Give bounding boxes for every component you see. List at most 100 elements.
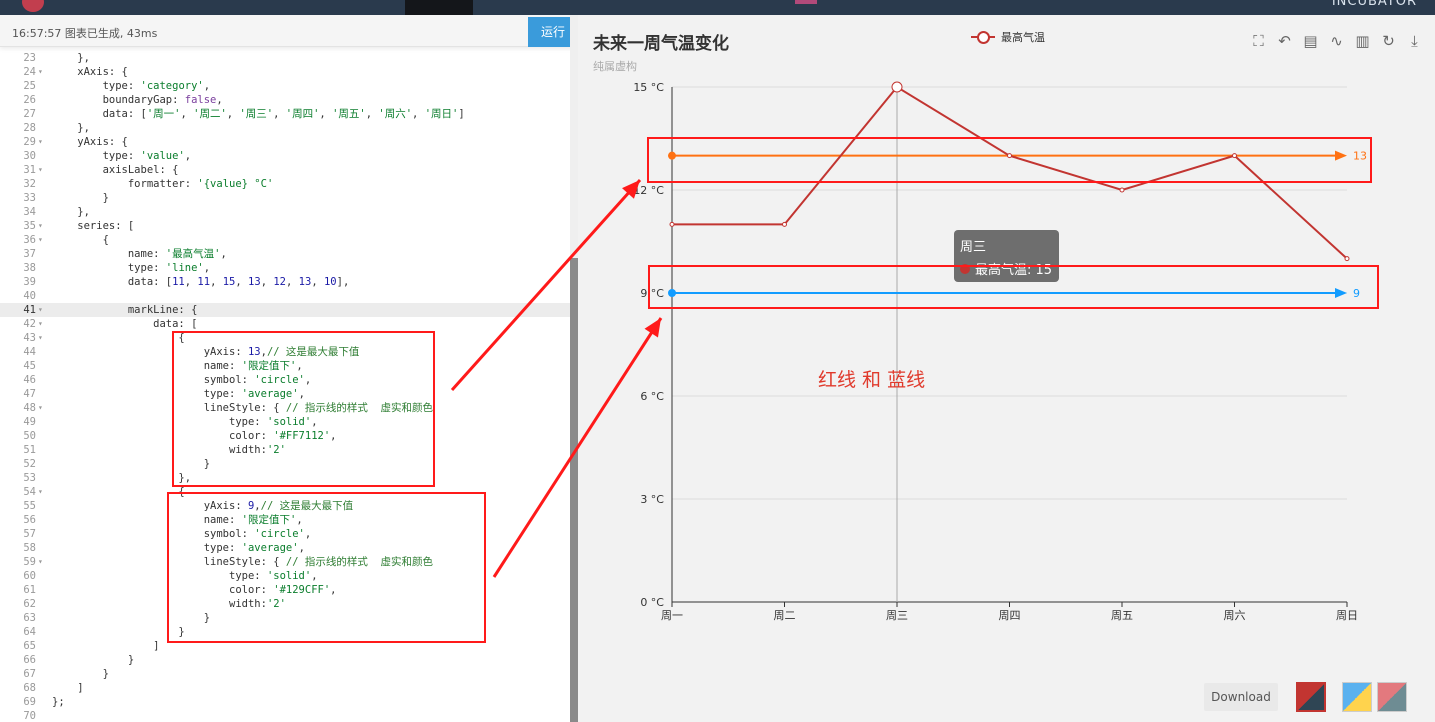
code-text: }, bbox=[52, 471, 191, 485]
fold-arrow-icon[interactable]: ▾ bbox=[38, 401, 46, 415]
line-number: 35 bbox=[23, 220, 36, 232]
line-number: 28 bbox=[23, 122, 36, 134]
tooltip-title: 周三 bbox=[960, 240, 987, 255]
chart-legend[interactable]: 最高气温 bbox=[971, 29, 1045, 45]
code-token: '周五' bbox=[332, 108, 366, 120]
editor-scrollbar-thumb[interactable] bbox=[570, 258, 578, 722]
line-number: 50 bbox=[23, 430, 36, 442]
code-line[interactable]: 30 type: 'value', bbox=[0, 149, 570, 163]
fold-arrow-icon[interactable]: ▾ bbox=[38, 555, 46, 569]
code-token: , bbox=[260, 276, 274, 288]
code-line[interactable]: 40 bbox=[0, 289, 570, 303]
fold-arrow-icon[interactable]: ▾ bbox=[38, 65, 46, 79]
code-line[interactable]: 33 } bbox=[0, 191, 570, 205]
restore-icon[interactable]: ↻ bbox=[1380, 33, 1397, 50]
theme-default-swatch[interactable] bbox=[1296, 682, 1326, 712]
code-line[interactable]: 36 ▾ { bbox=[0, 233, 570, 247]
data-point bbox=[1344, 256, 1350, 262]
code-token: false bbox=[184, 94, 217, 106]
code-line[interactable]: 26 boundaryGap: false, bbox=[0, 93, 570, 107]
code-line[interactable]: 27 data: ['周一', '周二', '周三', '周四', '周五', … bbox=[0, 107, 570, 121]
code-text: data: [11, 11, 15, 13, 12, 13, 10], bbox=[52, 275, 349, 289]
fold-arrow-icon[interactable]: ▾ bbox=[38, 317, 46, 331]
code-line[interactable]: 38 type: 'line', bbox=[0, 261, 570, 275]
app-logo[interactable] bbox=[22, 0, 44, 12]
code-token: type: bbox=[52, 262, 166, 274]
save-image-icon[interactable]: ⤓ bbox=[1406, 33, 1423, 50]
line-number: 52 bbox=[23, 458, 36, 470]
fold-arrow-icon[interactable]: ▾ bbox=[38, 163, 46, 177]
code-line[interactable]: 66 } bbox=[0, 653, 570, 667]
bar-chart-icon[interactable]: ▥ bbox=[1354, 33, 1371, 50]
code-token: , bbox=[220, 248, 227, 260]
code-token: 15 bbox=[222, 276, 236, 288]
top-nav-bar: INCUBATOR bbox=[0, 0, 1435, 15]
code-token: 10 bbox=[323, 276, 337, 288]
zoom-reset-icon[interactable]: ↶ bbox=[1276, 33, 1293, 50]
legend-label: 最高气温 bbox=[1001, 31, 1045, 44]
zoom-icon[interactable]: ⛶ bbox=[1250, 33, 1267, 50]
line-number: 61 bbox=[23, 584, 36, 596]
fold-arrow-icon[interactable]: ▾ bbox=[38, 303, 46, 317]
code-line[interactable]: 34 }, bbox=[0, 205, 570, 219]
code-token: data: [ bbox=[52, 276, 173, 288]
line-chart: 0 °C3 °C6 °C9 °C12 °C15 °C周一 周二 周三 周四 周五 周六 周日… bbox=[633, 81, 1367, 622]
download-button[interactable]: Download bbox=[1204, 683, 1278, 711]
line-number: 41 bbox=[23, 304, 36, 316]
code-token: ] bbox=[52, 640, 160, 652]
y-tick-label: 12 °C bbox=[633, 184, 664, 197]
code-line[interactable]: 25 type: 'category', bbox=[0, 79, 570, 93]
fold-arrow-icon[interactable]: ▾ bbox=[38, 233, 46, 247]
code-line[interactable]: 42 ▾ data: [ bbox=[0, 317, 570, 331]
fold-arrow-icon[interactable]: ▾ bbox=[38, 219, 46, 233]
code-token: boundaryGap: bbox=[52, 94, 185, 106]
line-number: 40 bbox=[23, 290, 36, 302]
code-text: data: ['周一', '周二', '周三', '周四', '周五', '周六… bbox=[52, 107, 465, 121]
chart-subtitle: 纯属虚构 bbox=[593, 60, 637, 73]
code-line[interactable]: 32 formatter: '{value} °C' bbox=[0, 177, 570, 191]
code-line[interactable]: 24 ▾ xAxis: { bbox=[0, 65, 570, 79]
code-line[interactable]: 29 ▾ yAxis: { bbox=[0, 135, 570, 149]
code-token: '周一' bbox=[146, 108, 181, 120]
status-text: 16:57:57 图表已生成, 43ms bbox=[12, 27, 158, 40]
line-number: 46 bbox=[23, 374, 36, 386]
fold-arrow-icon[interactable]: ▾ bbox=[38, 485, 46, 499]
code-line[interactable]: 68 ] bbox=[0, 681, 570, 695]
fold-arrow-icon[interactable]: ▾ bbox=[38, 135, 46, 149]
code-token: '{value} °C' bbox=[197, 178, 274, 190]
code-line[interactable]: 67 } bbox=[0, 667, 570, 681]
annotation-box-lower-line bbox=[648, 265, 1379, 309]
code-token: , bbox=[210, 276, 223, 288]
code-token: '周二' bbox=[193, 108, 227, 120]
code-token: '周三' bbox=[239, 108, 274, 120]
line-number: 64 bbox=[23, 626, 36, 638]
fold-arrow-icon[interactable]: ▾ bbox=[38, 331, 46, 345]
code-line[interactable]: 35 ▾ series: [ bbox=[0, 219, 570, 233]
code-line[interactable]: 37 name: '最高气温', bbox=[0, 247, 570, 261]
line-number: 43 bbox=[23, 332, 36, 344]
code-line[interactable]: 28 }, bbox=[0, 121, 570, 135]
data-view-icon[interactable]: ▤ bbox=[1302, 33, 1319, 50]
line-number: 58 bbox=[23, 542, 36, 554]
x-tick-label: 周日 bbox=[1336, 609, 1358, 622]
code-line[interactable]: 31 ▾ axisLabel: { bbox=[0, 163, 570, 177]
code-token: type: bbox=[52, 150, 141, 162]
code-line[interactable]: 70 bbox=[0, 709, 570, 722]
code-text: type: 'category', bbox=[52, 79, 211, 93]
code-token: }, bbox=[52, 122, 90, 134]
legend-line-circle-icon bbox=[971, 31, 995, 44]
code-token: name: bbox=[52, 248, 166, 260]
code-line[interactable]: 41 ▾ markLine: { bbox=[0, 303, 570, 317]
code-token: , bbox=[184, 150, 192, 162]
theme-light-swatch[interactable] bbox=[1342, 682, 1372, 712]
code-token: yAxis: { bbox=[52, 136, 128, 148]
line-chart-icon[interactable]: ∿ bbox=[1328, 33, 1345, 50]
code-line[interactable]: 39 data: [11, 11, 15, 13, 12, 13, 10], bbox=[0, 275, 570, 289]
nav-tab[interactable] bbox=[405, 0, 473, 15]
code-line[interactable]: 23 }, bbox=[0, 51, 570, 65]
theme-vintage-swatch[interactable] bbox=[1377, 682, 1407, 712]
code-token: } bbox=[52, 668, 109, 680]
code-token: data: [ bbox=[52, 318, 198, 330]
code-token: , bbox=[319, 108, 333, 120]
code-line[interactable]: 69}; bbox=[0, 695, 570, 709]
